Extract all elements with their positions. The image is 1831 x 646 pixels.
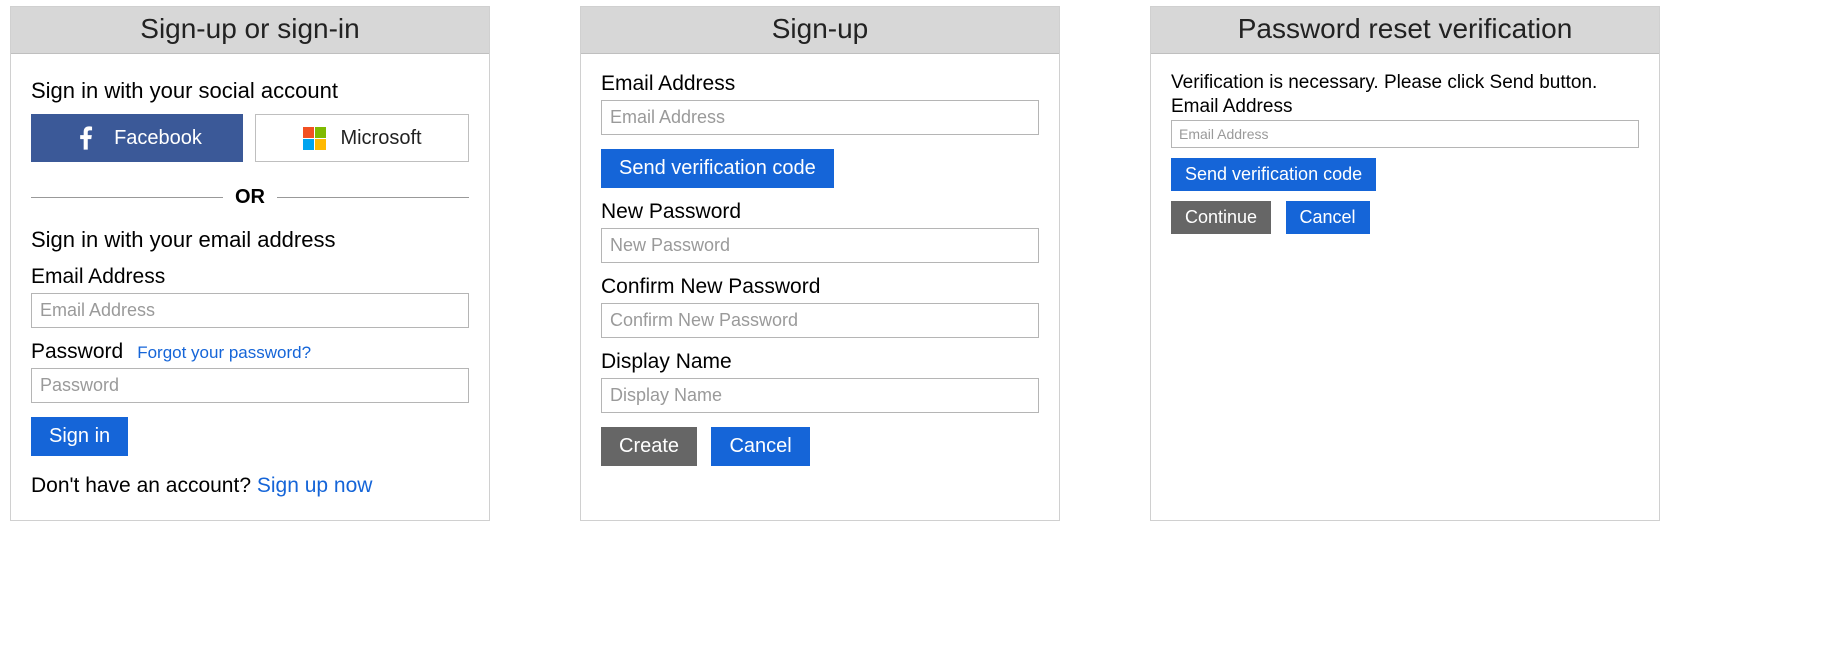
display-name-input[interactable] (601, 378, 1039, 413)
no-account-text: Don't have an account? (31, 474, 257, 497)
new-password-label: New Password (601, 200, 1039, 224)
facebook-icon (72, 124, 100, 152)
reset-email-label: Email Address (1171, 96, 1639, 118)
reset-panel: Password reset verification Verification… (1150, 6, 1660, 521)
reset-send-code-button[interactable]: Send verification code (1171, 158, 1376, 191)
email-label: Email Address (31, 265, 469, 289)
social-signin-title: Sign in with your social account (31, 78, 469, 104)
signup-panel: Sign-up Email Address Send verification … (580, 6, 1060, 521)
or-divider: OR (31, 186, 469, 209)
divider-label: OR (235, 186, 265, 209)
facebook-label: Facebook (114, 127, 202, 150)
email-input[interactable] (31, 293, 469, 328)
reset-email-input[interactable] (1171, 120, 1639, 148)
continue-button[interactable]: Continue (1171, 201, 1271, 234)
reset-cancel-button[interactable]: Cancel (1286, 201, 1370, 234)
microsoft-icon (302, 126, 326, 150)
microsoft-button[interactable]: Microsoft (255, 114, 469, 162)
facebook-button[interactable]: Facebook (31, 114, 243, 162)
create-button[interactable]: Create (601, 427, 697, 466)
display-name-label: Display Name (601, 350, 1039, 374)
reset-header: Password reset verification (1151, 7, 1659, 54)
signup-cancel-button[interactable]: Cancel (711, 427, 809, 466)
confirm-password-input[interactable] (601, 303, 1039, 338)
email-signin-title: Sign in with your email address (31, 227, 469, 253)
signin-button[interactable]: Sign in (31, 417, 128, 456)
no-account-note: Don't have an account? Sign up now (31, 474, 469, 498)
send-verification-code-button[interactable]: Send verification code (601, 149, 834, 188)
password-label: Password (31, 340, 123, 364)
password-input[interactable] (31, 368, 469, 403)
new-password-input[interactable] (601, 228, 1039, 263)
signup-email-label: Email Address (601, 72, 1039, 96)
signup-header: Sign-up (581, 7, 1059, 54)
signin-header: Sign-up or sign-in (11, 7, 489, 54)
signup-email-input[interactable] (601, 100, 1039, 135)
signup-now-link[interactable]: Sign up now (257, 474, 373, 497)
signin-panel: Sign-up or sign-in Sign in with your soc… (10, 6, 490, 521)
forgot-password-link[interactable]: Forgot your password? (137, 343, 311, 363)
microsoft-label: Microsoft (340, 127, 421, 150)
reset-instruction: Verification is necessary. Please click … (1171, 72, 1639, 94)
confirm-password-label: Confirm New Password (601, 275, 1039, 299)
